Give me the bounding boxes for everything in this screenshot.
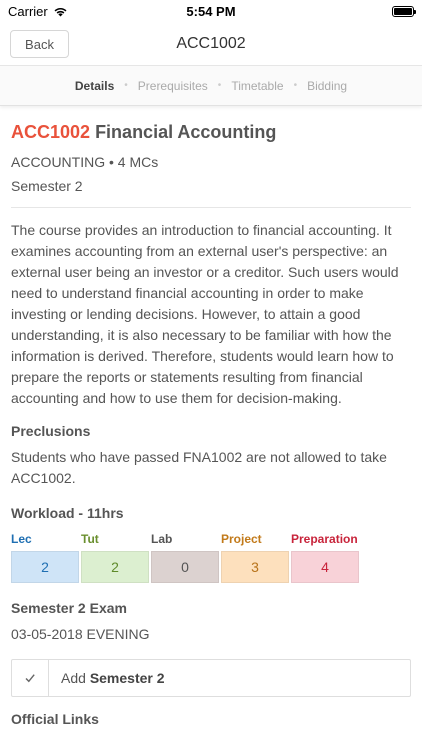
add-to-semester-button[interactable]: Add Semester 2 bbox=[11, 659, 411, 697]
add-to-semester-label: Add Semester 2 bbox=[49, 670, 165, 686]
preclusions-text: Students who have passed FNA1002 are not… bbox=[11, 449, 387, 486]
workload-lab: Lab 0 bbox=[151, 532, 219, 583]
tab-separator: • bbox=[124, 80, 128, 91]
module-details: ACC1002 Financial Accounting ACCOUNTING … bbox=[0, 106, 422, 728]
workload-label: Preparation bbox=[291, 532, 358, 546]
module-semester: Semester 2 bbox=[11, 178, 83, 194]
divider bbox=[11, 207, 411, 208]
workload-grid: Lec 2 Tut 2 Lab 0 Project 3 Preparation … bbox=[11, 532, 411, 583]
add-semester: Semester 2 bbox=[89, 670, 165, 686]
workload-heading: Workload - 11hrs bbox=[11, 505, 124, 521]
workload-value: 2 bbox=[81, 551, 149, 583]
battery-level bbox=[394, 7, 412, 15]
tab-separator: • bbox=[293, 80, 298, 91]
workload-project: Project 3 bbox=[221, 532, 289, 583]
workload-value: 4 bbox=[291, 551, 359, 583]
module-code: ACC1002 bbox=[11, 122, 91, 142]
official-links-heading: Official Links bbox=[11, 711, 99, 727]
tab-timetable[interactable]: Timetable bbox=[231, 79, 283, 93]
workload-tut: Tut 2 bbox=[81, 532, 149, 583]
status-bar: Carrier 5:54 PM bbox=[0, 0, 422, 22]
module-description: The course provides an introduction to f… bbox=[11, 222, 399, 406]
wifi-icon bbox=[54, 7, 67, 16]
status-left: Carrier bbox=[8, 4, 68, 19]
carrier-label: Carrier bbox=[8, 3, 48, 19]
workload-label: Project bbox=[221, 532, 262, 546]
tab-bidding[interactable]: Bidding bbox=[307, 79, 347, 93]
check-icon bbox=[12, 660, 49, 696]
workload-value: 2 bbox=[11, 551, 79, 583]
exam-date: 03-05-2018 EVENING bbox=[11, 626, 150, 642]
tab-details[interactable]: Details bbox=[75, 79, 114, 93]
battery-icon bbox=[392, 5, 416, 17]
exam-heading: Semester 2 Exam bbox=[11, 600, 127, 616]
module-department-credits: ACCOUNTING • 4 MCs bbox=[11, 154, 159, 170]
tab-bar: Details • Prerequisites • Timetable • Bi… bbox=[0, 66, 422, 106]
nav-bar: Back ACC1002 bbox=[0, 22, 422, 66]
workload-label: Tut bbox=[81, 532, 99, 546]
tab-separator: • bbox=[217, 80, 222, 91]
back-button[interactable]: Back bbox=[10, 30, 69, 58]
module-title: ACC1002 Financial Accounting bbox=[11, 120, 411, 144]
module-name: Financial Accounting bbox=[95, 122, 277, 142]
workload-label: Lab bbox=[151, 532, 173, 546]
tab-prerequisites[interactable]: Prerequisites bbox=[138, 79, 208, 93]
workload-value: 3 bbox=[221, 551, 289, 583]
workload-preparation: Preparation 4 bbox=[291, 532, 359, 583]
add-prefix: Add bbox=[61, 670, 86, 686]
workload-label: Lec bbox=[11, 532, 32, 546]
preclusions-heading: Preclusions bbox=[11, 423, 91, 439]
workload-value: 0 bbox=[151, 551, 219, 583]
workload-lec: Lec 2 bbox=[11, 532, 79, 583]
